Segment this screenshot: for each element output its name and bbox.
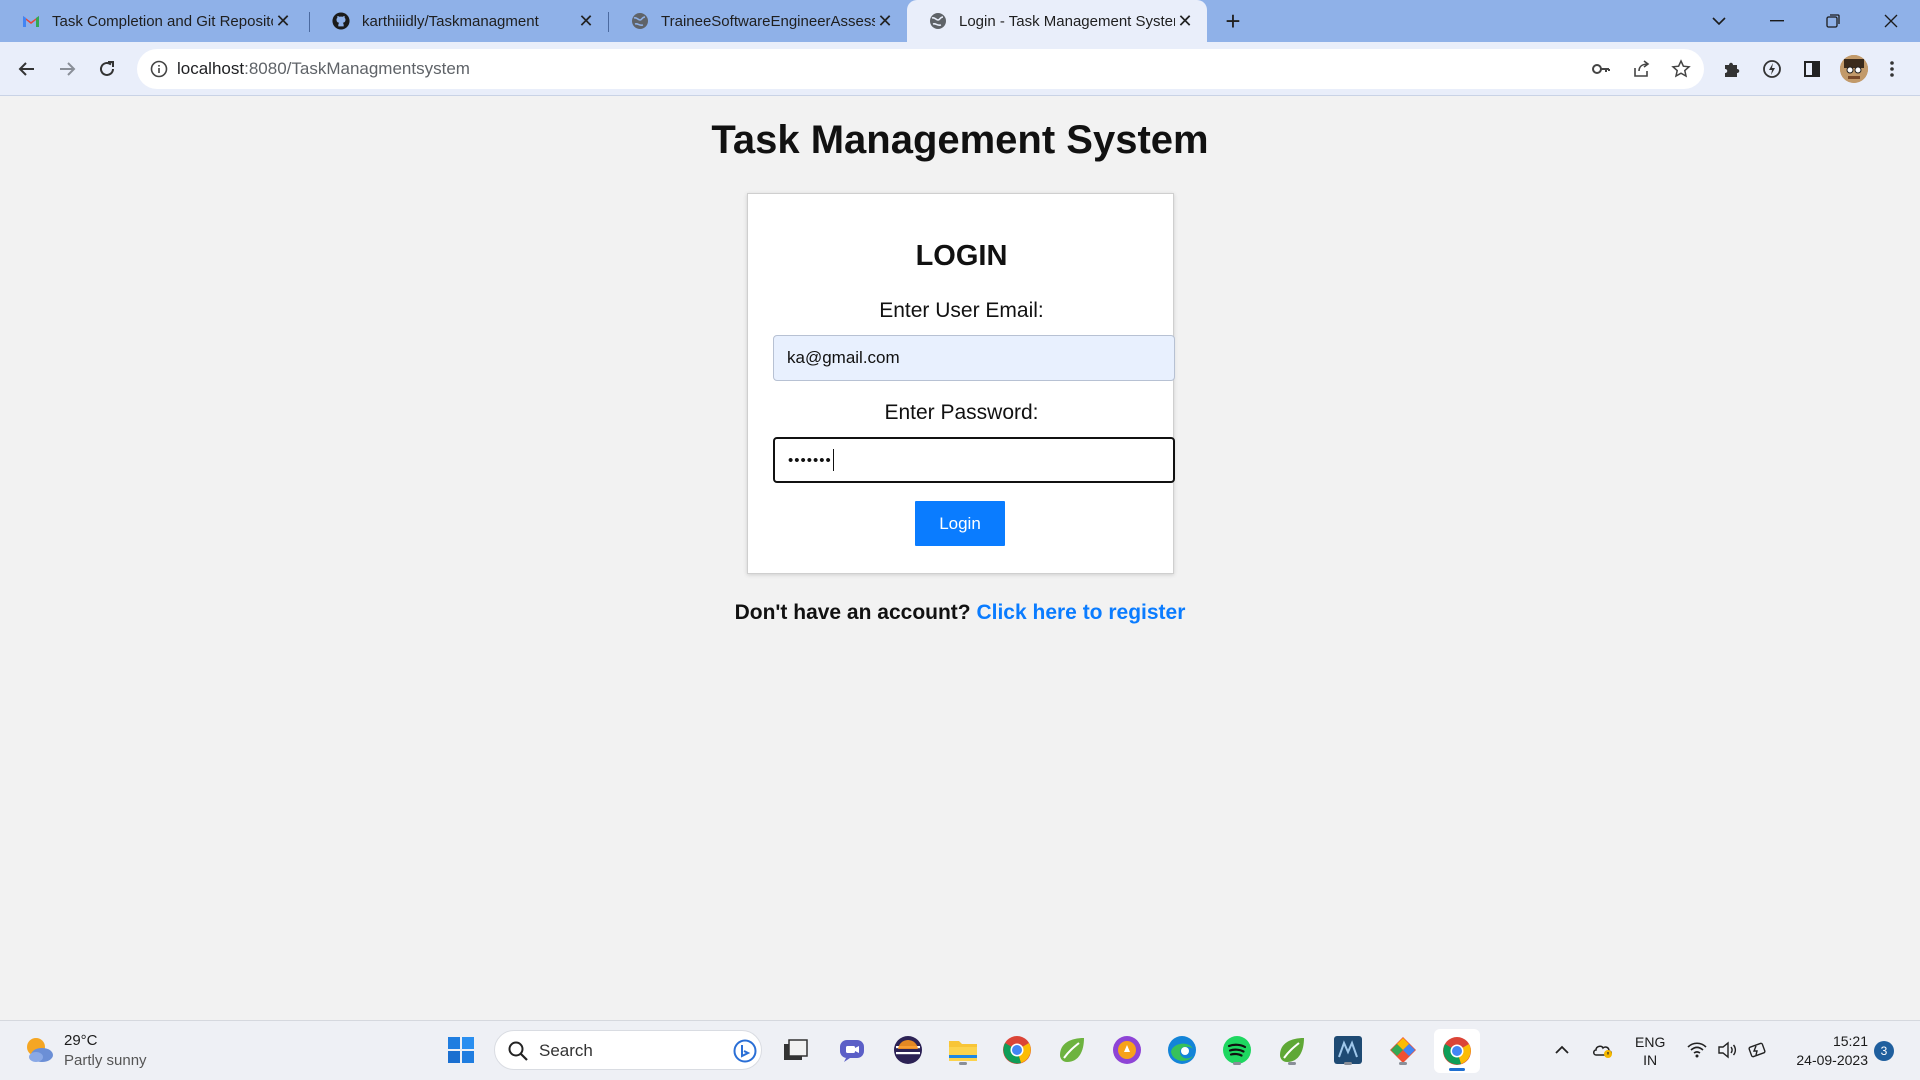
tab-title: Task Completion and Git Repositor	[52, 12, 273, 30]
key-icon[interactable]	[1591, 59, 1611, 79]
tab-gmail[interactable]: Task Completion and Git Repositor ✕	[0, 0, 305, 42]
running-indicator	[1288, 1062, 1296, 1065]
mysql-workbench-icon[interactable]	[1331, 1033, 1365, 1067]
restore-icon[interactable]	[1805, 0, 1861, 42]
tab-assessment[interactable]: TraineeSoftwareEngineerAssessm ✕	[609, 0, 907, 42]
back-arrow-icon[interactable]	[11, 53, 43, 85]
tab-title: karthiiidly/Taskmanagment	[362, 12, 539, 30]
spring-tools-icon[interactable]	[1055, 1033, 1089, 1067]
password-label: Enter Password:	[884, 401, 1039, 424]
tab-title: Login - Task Management System	[959, 12, 1175, 30]
text-caret	[832, 449, 834, 471]
page-title: Task Management System	[711, 118, 1209, 162]
tab-title: TraineeSoftwareEngineerAssessm	[661, 12, 875, 30]
edge-icon[interactable]	[1165, 1033, 1199, 1067]
site-info-icon[interactable]	[149, 59, 169, 79]
battery-charging-icon[interactable]	[1746, 1039, 1768, 1061]
side-panel-icon[interactable]	[1800, 57, 1824, 81]
active-indicator	[1449, 1068, 1465, 1071]
search-icon	[507, 1040, 529, 1067]
globe-icon	[631, 12, 649, 30]
url-path: :8080/TaskManagmentsystem	[244, 59, 470, 78]
share-icon[interactable]	[1631, 59, 1651, 79]
browser-toolbar: localhost:8080/TaskManagmentsystem	[0, 42, 1920, 96]
register-prompt: Don't have an account? Click here to reg…	[0, 601, 1920, 625]
chrome-active-icon[interactable]	[1434, 1029, 1480, 1073]
file-explorer-icon[interactable]	[946, 1033, 980, 1067]
language-code: ENG	[1635, 1034, 1666, 1050]
close-window-icon[interactable]	[1863, 0, 1919, 42]
email-label: Enter User Email:	[879, 299, 1044, 322]
search-label: Search	[539, 1041, 593, 1060]
spring-tools-icon-2[interactable]	[1275, 1033, 1309, 1067]
profile-avatar[interactable]	[1840, 55, 1868, 83]
weather-partly-sunny-icon[interactable]	[22, 1033, 56, 1067]
system-clock[interactable]: 15:21 24-09-2023	[1776, 1032, 1868, 1070]
login-card: LOGIN Enter User Email: ka@gmail.com Ent…	[747, 193, 1175, 574]
running-indicator	[1233, 1062, 1241, 1065]
teams-chat-icon[interactable]	[835, 1033, 869, 1067]
running-indicator	[1399, 1062, 1407, 1065]
register-text: Don't have an account?	[734, 601, 971, 624]
kebab-menu-icon[interactable]	[1880, 57, 1904, 81]
clock-time: 15:21	[1832, 1033, 1868, 1049]
extensions-puzzle-icon[interactable]	[1720, 57, 1744, 81]
browser-tab-strip: Task Completion and Git Repositor ✕ kart…	[0, 0, 1920, 42]
close-tab-icon[interactable]: ✕	[875, 11, 895, 31]
email-field[interactable]: ka@gmail.com	[773, 335, 1175, 381]
email-value: ka@gmail.com	[787, 348, 900, 367]
wifi-icon[interactable]	[1686, 1039, 1708, 1061]
bookmark-star-icon[interactable]	[1671, 59, 1691, 79]
page-content: Task Management System LOGIN Enter User …	[0, 96, 1920, 1020]
forward-arrow-icon[interactable]	[51, 53, 83, 85]
close-tab-icon[interactable]: ✕	[273, 11, 293, 31]
tab-github[interactable]: karthiiidly/Taskmanagment ✕	[310, 0, 608, 42]
password-mask: •••••••	[788, 451, 832, 469]
eclipse-icon[interactable]	[891, 1033, 925, 1067]
taskbar-search[interactable]: Search	[494, 1030, 762, 1070]
task-view-icon[interactable]	[779, 1033, 813, 1067]
volume-icon[interactable]	[1716, 1039, 1738, 1061]
bing-icon[interactable]	[733, 1039, 757, 1068]
reload-icon[interactable]	[91, 53, 123, 85]
close-tab-icon[interactable]: ✕	[576, 11, 596, 31]
extension-bolt-icon[interactable]	[1760, 57, 1784, 81]
login-button[interactable]: Login	[915, 501, 1005, 546]
git-kraken-icon[interactable]	[1386, 1033, 1420, 1067]
tab-search-chevron-icon[interactable]	[1691, 0, 1747, 42]
password-field[interactable]: •••••••	[773, 437, 1175, 483]
globe-icon	[929, 12, 947, 30]
onedrive-warning-icon[interactable]	[1592, 1039, 1614, 1061]
language-indicator[interactable]: ENG IN	[1635, 1033, 1665, 1069]
weather-description: Partly sunny	[64, 1052, 147, 1069]
notification-badge[interactable]: 3	[1874, 1041, 1894, 1061]
running-indicator	[959, 1062, 967, 1065]
weather-temperature: 29°C	[64, 1032, 98, 1049]
login-heading: LOGIN	[915, 240, 1008, 272]
clock-date: 24-09-2023	[1796, 1052, 1868, 1068]
minimize-icon[interactable]	[1749, 0, 1805, 42]
url-host: localhost	[177, 59, 245, 78]
url-text: localhost:8080/TaskManagmentsystem	[177, 59, 470, 79]
gmail-icon	[22, 12, 40, 30]
new-tab-plus-icon[interactable]: +	[1218, 6, 1248, 36]
windows-start-icon[interactable]	[444, 1033, 478, 1067]
brave-vpn-icon[interactable]	[1110, 1033, 1144, 1067]
chrome-icon[interactable]	[1000, 1033, 1034, 1067]
register-link[interactable]: Click here to register	[976, 601, 1185, 624]
spotify-icon[interactable]	[1220, 1033, 1254, 1067]
tab-login-active[interactable]: Login - Task Management System ✕	[907, 0, 1207, 42]
running-indicator	[1344, 1062, 1352, 1065]
close-tab-icon[interactable]: ✕	[1175, 11, 1195, 31]
windows-taskbar: 29°C Partly sunny Search ENG IN 15:21 24…	[0, 1020, 1920, 1080]
show-hidden-icons-chevron[interactable]	[1551, 1039, 1573, 1061]
region-code: IN	[1643, 1052, 1658, 1068]
github-icon	[332, 12, 350, 30]
address-bar[interactable]: localhost:8080/TaskManagmentsystem	[137, 49, 1704, 89]
